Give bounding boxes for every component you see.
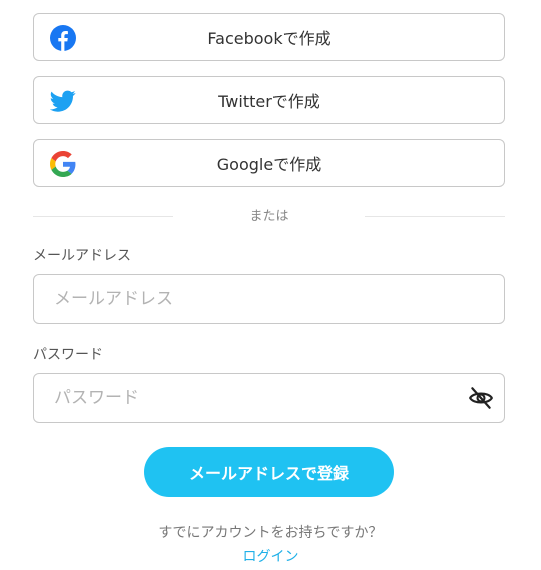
google-signup-label: Googleで作成 bbox=[216, 155, 322, 174]
facebook-signup-label: Facebookで作成 bbox=[207, 29, 331, 48]
google-icon bbox=[50, 151, 76, 177]
divider-text: または bbox=[249, 209, 289, 224]
facebook-icon bbox=[50, 25, 76, 51]
twitter-icon bbox=[50, 90, 76, 112]
google-signup-button[interactable]: Googleで作成 bbox=[33, 139, 505, 187]
twitter-signup-button[interactable]: Twitterで作成 bbox=[33, 76, 505, 124]
divider-line-right bbox=[365, 216, 505, 217]
password-label: パスワード bbox=[33, 347, 103, 363]
email-signup-button[interactable]: メールアドレスで登録 bbox=[144, 447, 394, 497]
twitter-signup-label: Twitterで作成 bbox=[218, 92, 320, 111]
email-label: メールアドレス bbox=[33, 248, 131, 264]
facebook-signup-button[interactable]: Facebookで作成 bbox=[33, 13, 505, 61]
login-link[interactable]: ログイン bbox=[0, 546, 541, 566]
email-field[interactable] bbox=[33, 274, 505, 324]
password-field[interactable] bbox=[33, 373, 505, 423]
or-divider: または bbox=[33, 205, 505, 225]
eye-off-icon[interactable] bbox=[468, 385, 494, 411]
have-account-text: すでにアカウントをお持ちですか？ bbox=[158, 525, 383, 541]
